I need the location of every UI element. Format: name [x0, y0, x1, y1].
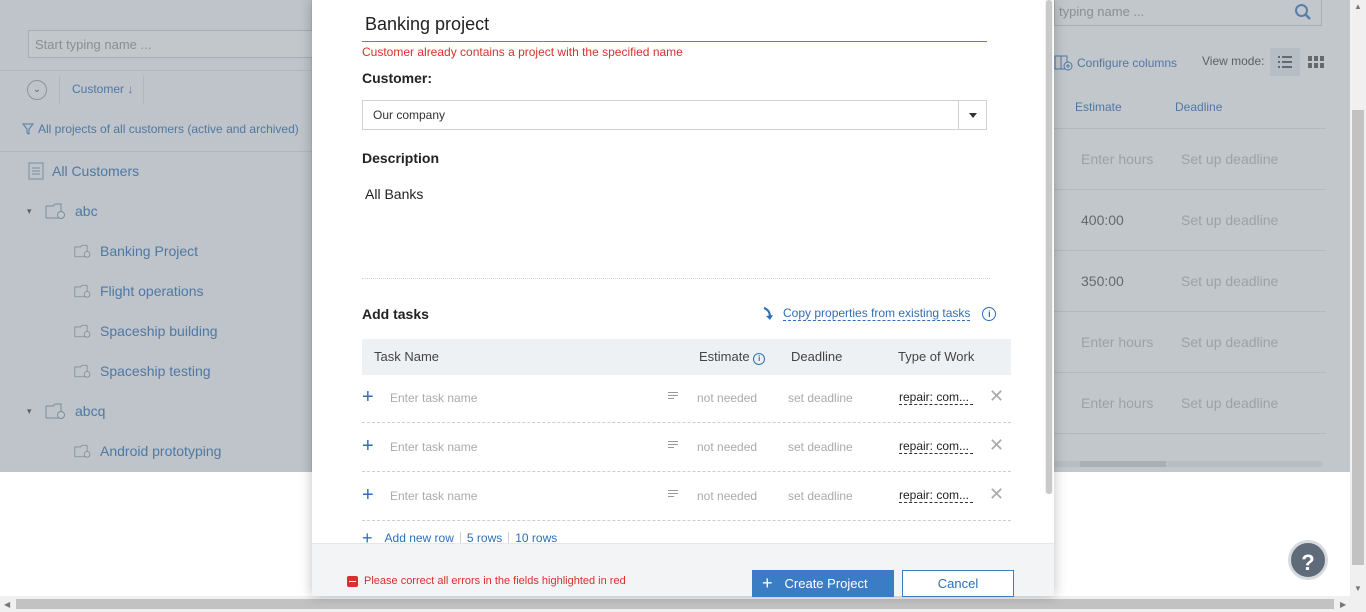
- task-name-input[interactable]: Enter task name: [390, 489, 477, 503]
- customer-dropdown-button[interactable]: [958, 101, 986, 129]
- divider: [508, 532, 510, 543]
- task-row: + Enter task name not needed set deadlin…: [362, 375, 1011, 423]
- task-name-input[interactable]: Enter task name: [390, 391, 477, 405]
- task-estimate[interactable]: not needed: [697, 489, 757, 503]
- task-type-of-work[interactable]: repair: com...: [899, 439, 973, 454]
- task-type-of-work[interactable]: repair: com...: [899, 390, 973, 405]
- help-button[interactable]: ?: [1288, 540, 1328, 580]
- window-vertical-scrollbar[interactable]: ▲ ▼: [1350, 0, 1366, 596]
- add-subtask-icon[interactable]: +: [362, 387, 374, 407]
- description-icon[interactable]: [668, 441, 678, 450]
- plus-icon[interactable]: +: [362, 529, 373, 543]
- input-underline: [362, 41, 987, 42]
- scrollbar-thumb[interactable]: [16, 599, 1334, 609]
- form-error-message: Please correct all errors in the fields …: [347, 575, 626, 587]
- dialog-footer: Please correct all errors in the fields …: [312, 543, 1054, 597]
- remove-row-icon[interactable]: ✕: [989, 484, 1004, 505]
- tasks-table-header: Task Name Estimate i Deadline Type of Wo…: [362, 339, 1011, 375]
- arrow-down-right-icon: [763, 306, 773, 320]
- add-10-rows-link[interactable]: 10 rows: [515, 531, 557, 543]
- add-5-rows-link[interactable]: 5 rows: [467, 531, 502, 543]
- divider: [362, 278, 990, 279]
- divider: [459, 532, 461, 543]
- scroll-left-arrow-icon[interactable]: ◀: [4, 600, 10, 609]
- task-row: + Enter task name not needed set deadlin…: [362, 473, 1011, 521]
- scroll-up-arrow-icon[interactable]: ▲: [1354, 2, 1362, 11]
- scrollbar-thumb[interactable]: [1046, 0, 1052, 494]
- task-name-input[interactable]: Enter task name: [390, 440, 477, 454]
- task-deadline[interactable]: set deadline: [788, 440, 853, 454]
- scrollbar-thumb[interactable]: [1352, 110, 1364, 565]
- info-icon[interactable]: i: [982, 306, 997, 321]
- cancel-button[interactable]: Cancel: [902, 570, 1014, 597]
- column-header-task-name: Task Name: [374, 349, 440, 364]
- remove-row-icon[interactable]: ✕: [989, 435, 1004, 456]
- create-project-button[interactable]: + Create Project: [752, 570, 894, 597]
- dialog-scrollbar[interactable]: [1045, 0, 1053, 494]
- scroll-down-arrow-icon[interactable]: ▼: [1354, 584, 1362, 593]
- customer-select-value: Our company: [373, 108, 446, 122]
- customer-label: Customer:: [362, 70, 433, 86]
- description-textarea[interactable]: All Banks: [365, 186, 423, 202]
- create-project-dialog: Banking project Customer already contain…: [312, 0, 1054, 597]
- customer-select[interactable]: Our company: [362, 100, 987, 130]
- add-subtask-icon[interactable]: +: [362, 485, 374, 505]
- estimate-header-label: Estimate: [699, 349, 750, 364]
- task-estimate[interactable]: not needed: [697, 440, 757, 454]
- task-deadline[interactable]: set deadline: [788, 391, 853, 405]
- add-tasks-label: Add tasks: [362, 306, 429, 322]
- plus-icon: +: [762, 573, 773, 593]
- column-header-deadline: Deadline: [791, 349, 843, 364]
- remove-row-icon[interactable]: ✕: [989, 386, 1004, 407]
- error-icon: [347, 575, 358, 587]
- copy-properties-label: Copy properties from existing tasks: [783, 306, 971, 321]
- description-icon[interactable]: [668, 392, 678, 401]
- description-icon[interactable]: [668, 490, 678, 499]
- add-new-row-link[interactable]: Add new row: [385, 531, 454, 543]
- window-horizontal-scrollbar[interactable]: ◀ ▶: [0, 596, 1366, 612]
- form-error-text: Please correct all errors in the fields …: [364, 575, 626, 587]
- add-subtask-icon[interactable]: +: [362, 436, 374, 456]
- dialog-body: Banking project Customer already contain…: [312, 0, 1054, 543]
- column-header-type-of-work: Type of Work: [898, 349, 975, 364]
- task-deadline[interactable]: set deadline: [788, 489, 853, 503]
- task-row: + Enter task name not needed set deadlin…: [362, 424, 1011, 472]
- column-header-estimate: Estimate i: [699, 349, 766, 365]
- copy-properties-link[interactable]: Copy properties from existing tasks i: [762, 306, 997, 321]
- description-label: Description: [362, 150, 440, 166]
- info-icon[interactable]: i: [753, 353, 766, 365]
- task-type-of-work[interactable]: repair: com...: [899, 488, 973, 503]
- project-name-error: Customer already contains a project with…: [362, 45, 683, 59]
- create-project-label: Create Project: [784, 576, 868, 591]
- project-name-input[interactable]: Banking project: [365, 14, 489, 35]
- add-rows-bar: + Add new row 5 rows 10 rows: [362, 529, 557, 543]
- chevron-down-icon: [968, 112, 977, 118]
- scroll-right-arrow-icon[interactable]: ▶: [1340, 600, 1346, 609]
- task-estimate[interactable]: not needed: [697, 391, 757, 405]
